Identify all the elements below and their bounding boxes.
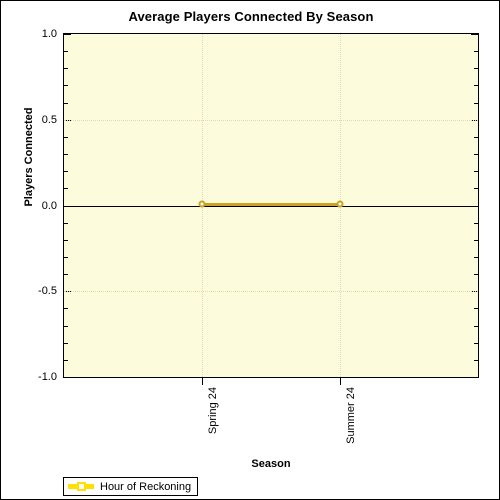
x-tick-label: Summer 24 bbox=[345, 387, 357, 444]
plot-area bbox=[63, 33, 479, 378]
y-tick-mark bbox=[64, 51, 68, 53]
y-tick-mark bbox=[64, 102, 68, 104]
y-tick-mark bbox=[64, 239, 68, 241]
y-tick-mark bbox=[64, 222, 68, 224]
zero-axis-line bbox=[64, 205, 478, 207]
plot-inner bbox=[64, 34, 478, 377]
y-tick-mark bbox=[64, 256, 68, 258]
y-tick-mark bbox=[474, 85, 478, 87]
y-tick-mark bbox=[474, 68, 478, 70]
y-tick-mark bbox=[474, 325, 478, 327]
y-tick-mark bbox=[474, 239, 478, 241]
y-tick-label: 0.0 bbox=[41, 199, 57, 212]
x-tick-mark bbox=[202, 378, 203, 385]
y-tick-mark bbox=[64, 154, 68, 156]
y-tick-label: -0.5 bbox=[38, 285, 57, 298]
x-tick-mark bbox=[340, 378, 341, 385]
y-tick-mark bbox=[64, 274, 68, 276]
y-tick-mark bbox=[474, 256, 478, 258]
y-tick-mark bbox=[474, 102, 478, 104]
x-tick-label: Spring 24 bbox=[207, 387, 219, 435]
y-tick-label: 1.0 bbox=[41, 28, 57, 40]
y-tick-mark bbox=[64, 85, 68, 87]
y-tick-mark bbox=[474, 308, 478, 310]
y-tick-mark bbox=[474, 274, 478, 276]
y-tick-mark bbox=[64, 171, 68, 173]
x-axis-tick-labels: Spring 24 Summer 24 bbox=[63, 387, 479, 457]
chart-title: Average Players Connected By Season bbox=[128, 9, 374, 24]
y-tick-mark bbox=[474, 154, 478, 156]
legend-swatch-icon bbox=[68, 481, 94, 492]
horizontal-gridline bbox=[64, 119, 478, 121]
y-tick-mark bbox=[64, 188, 68, 190]
y-tick-mark bbox=[474, 188, 478, 190]
chart-legend[interactable]: Hour of Reckoning bbox=[63, 477, 199, 496]
y-tick-label: -1.0 bbox=[38, 371, 57, 383]
y-tick-mark bbox=[474, 342, 478, 344]
y-tick-mark bbox=[64, 308, 68, 310]
y-tick-mark bbox=[474, 171, 478, 173]
y-tick-mark bbox=[64, 359, 68, 361]
y-tick-mark bbox=[64, 68, 68, 70]
x-axis-ticks bbox=[63, 378, 479, 386]
chart-page: Average Players Connected By Season Play… bbox=[0, 0, 500, 500]
y-tick-mark bbox=[474, 359, 478, 361]
y-axis-tick-labels: 1.0 0.5 0.0 -0.5 -1.0 bbox=[9, 28, 57, 383]
horizontal-gridline bbox=[64, 291, 478, 293]
y-tick-label: 0.5 bbox=[41, 113, 57, 126]
x-axis-title: Season bbox=[251, 458, 291, 470]
legend-marker-icon bbox=[77, 482, 86, 491]
y-tick-mark bbox=[64, 34, 71, 35]
series-line bbox=[202, 202, 340, 206]
y-tick-mark bbox=[64, 342, 68, 344]
y-tick-mark bbox=[474, 136, 478, 138]
y-tick-mark bbox=[474, 51, 478, 53]
data-point-marker[interactable] bbox=[198, 200, 206, 207]
y-tick-mark bbox=[64, 325, 68, 327]
data-point-marker[interactable] bbox=[336, 200, 344, 207]
y-tick-mark bbox=[474, 222, 478, 224]
y-tick-mark bbox=[471, 34, 478, 35]
y-tick-mark bbox=[64, 136, 68, 138]
legend-item-label: Hour of Reckoning bbox=[100, 480, 192, 493]
